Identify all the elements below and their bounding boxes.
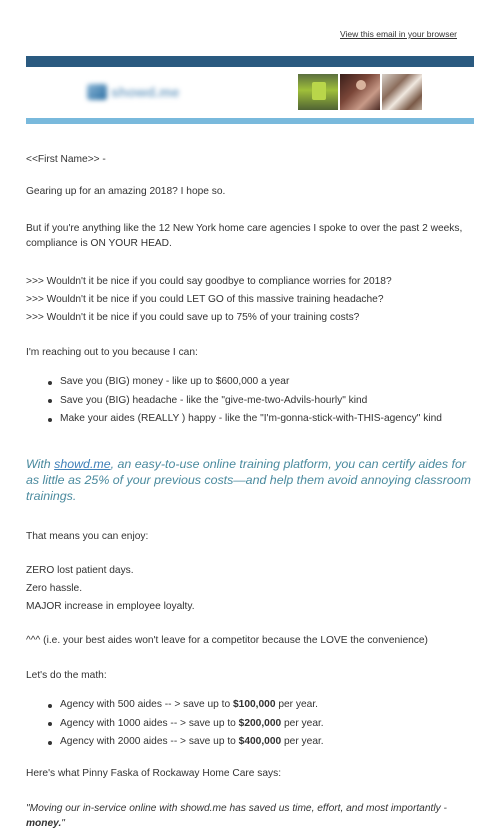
intro-text: Gearing up for an amazing 2018? I hope s… — [26, 186, 226, 197]
caret-note: ^^^ (i.e. your best aides won't leave fo… — [26, 635, 428, 646]
math-amount: $200,000 — [238, 717, 282, 729]
brand-logo: showd.me — [87, 81, 183, 103]
header-photo-3 — [382, 74, 422, 110]
math-amount: $100,000 — [233, 699, 276, 710]
logo-mark-icon — [87, 84, 107, 100]
highlight-paragraph: With showd.me, an easy-to-use online tra… — [26, 456, 474, 504]
wouldnt-line-1: >>> Wouldn't it be nice if you could say… — [26, 276, 392, 287]
math-label: Agency with 500 aides -- > save up to — [60, 699, 234, 710]
math-title: Let's do the math: — [26, 670, 107, 681]
enjoy-text: That means you can enjoy: — [26, 531, 149, 542]
view-in-browser-link[interactable]: View this email in your browser — [340, 29, 457, 39]
math-suffix: per year. — [281, 717, 324, 729]
reaching-out-text: I'm reaching out to you because I can: — [26, 347, 198, 358]
math-item: Agency with 500 aides -- > save up to $1… — [26, 698, 474, 713]
header-photos — [298, 74, 422, 110]
header-bottom-bar — [26, 118, 474, 124]
greeting: <<First Name>> - — [26, 154, 106, 165]
quote-bold: money. — [26, 817, 62, 829]
wouldnt-line-2: >>> Wouldn't it be nice if you could LET… — [26, 294, 384, 305]
math-item: Agency with 2000 aides -- > save up to $… — [26, 735, 474, 750]
math-label: Agency with 2000 aides -- > save up to — [60, 736, 239, 748]
math-item: Agency with 1000 aides -- > save up to $… — [26, 717, 474, 732]
benefit-item: Make your aides (REALLY ) happy - like t… — [26, 412, 474, 427]
email-header: showd.me — [26, 67, 474, 120]
wouldnt-line-3: >>> Wouldn't it be nice if you could sav… — [26, 312, 360, 323]
math-suffix: per year. — [281, 736, 324, 748]
enjoy-line-3: MAJOR increase in employee loyalty. — [26, 601, 195, 612]
math-suffix: per year. — [275, 699, 318, 710]
math-list: Agency with 500 aides -- > save up to $1… — [26, 698, 474, 750]
enjoy-line-1: ZERO lost patient days. — [26, 565, 134, 576]
benefits-list: Save you (BIG) money - like up to $600,0… — [26, 375, 474, 427]
math-label: Agency with 1000 aides -- > save up to — [60, 717, 239, 729]
testimonial-quote: "Moving our in-service online with showd… — [26, 802, 474, 831]
header-photo-1 — [298, 74, 338, 110]
math-amount: $400,000 — [238, 736, 282, 748]
compliance-paragraph: But if you're anything like the 12 New Y… — [26, 223, 463, 249]
enjoy-line-2: Zero hassle. — [26, 583, 83, 594]
header-top-bar — [26, 56, 474, 67]
highlight-prefix: With — [26, 457, 55, 471]
testimonial-intro: Here's what Pinny Faska of Rockaway Home… — [26, 768, 282, 779]
email-page: View this email in your browser showd.me… — [0, 0, 500, 836]
logo-text: showd.me — [111, 84, 180, 100]
showdme-link[interactable]: showd.me — [54, 457, 110, 471]
benefit-item: Save you (BIG) headache - like the "give… — [26, 394, 474, 409]
quote-text: "Moving our in-service online with showd… — [26, 803, 447, 814]
header-photo-2 — [340, 74, 380, 110]
quote-end: " — [61, 817, 65, 829]
benefit-item: Save you (BIG) money - like up to $600,0… — [26, 375, 474, 390]
